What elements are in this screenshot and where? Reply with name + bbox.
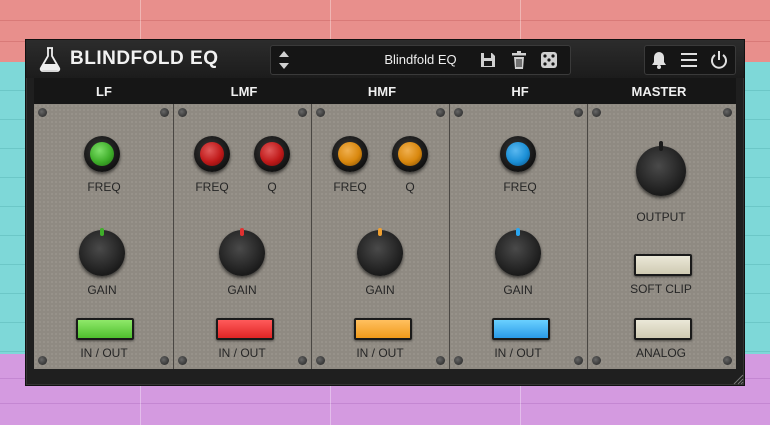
lf-in-out-switch[interactable] (76, 318, 134, 340)
plugin-window: BLINDFOLD EQ Blindfold EQ LF LMF HMF HF … (25, 39, 745, 386)
screw (178, 356, 187, 365)
resize-handle-icon[interactable] (730, 371, 744, 385)
knob-cap (338, 142, 362, 166)
lmf-panel: FREQ Q GAIN IN / OUT (174, 104, 312, 369)
flask-icon (39, 47, 61, 72)
screw (316, 108, 325, 117)
analog-switch[interactable] (634, 318, 692, 340)
hmf-freq-knob[interactable] (332, 136, 368, 172)
title-bar: BLINDFOLD EQ Blindfold EQ (26, 40, 744, 78)
power-icon[interactable] (708, 49, 730, 71)
hf-gain-knob[interactable] (495, 228, 541, 276)
knob-pointer (100, 228, 104, 236)
save-icon[interactable] (478, 50, 498, 70)
knob-pointer (659, 141, 663, 151)
hf-in-out-label: IN / OUT (494, 346, 542, 360)
screw (436, 356, 445, 365)
output-knob[interactable] (636, 141, 686, 196)
screw (38, 356, 47, 365)
screw (454, 108, 463, 117)
hmf-title: HMF (367, 84, 397, 99)
hf-gain-label: GAIN (503, 283, 533, 297)
plugin-title: BLINDFOLD EQ (70, 48, 219, 69)
soft-clip-label: SOFT CLIP (630, 282, 692, 296)
master-panel: OUTPUT SOFT CLIP ANALOG (588, 104, 736, 369)
lmf-title: LMF (230, 84, 258, 99)
hf-title: HF (511, 84, 529, 99)
hmf-q-label: Q (405, 180, 415, 194)
knob-pointer (516, 228, 520, 236)
screw (160, 108, 169, 117)
lmf-q-label: Q (267, 180, 277, 194)
knob-cap (260, 142, 284, 166)
master-title: MASTER (631, 84, 687, 99)
hmf-gain-label: GAIN (365, 283, 395, 297)
knob-cap (90, 142, 114, 166)
hmf-q-knob[interactable] (392, 136, 428, 172)
screw (160, 356, 169, 365)
utility-buttons (644, 45, 736, 75)
band-header: LF LMF HMF HF MASTER (34, 78, 736, 104)
lmf-q-knob[interactable] (254, 136, 290, 172)
screw (38, 108, 47, 117)
soft-clip-switch[interactable] (634, 254, 692, 276)
screw (592, 356, 601, 365)
lf-in-out-label: IN / OUT (80, 346, 128, 360)
hf-freq-label: FREQ (503, 180, 537, 194)
screw (592, 108, 601, 117)
screw (316, 356, 325, 365)
hmf-in-out-switch[interactable] (354, 318, 412, 340)
knob-pointer (240, 228, 244, 236)
analog-label: ANALOG (635, 346, 686, 360)
hmf-panel: FREQ Q GAIN IN / OUT (312, 104, 450, 369)
screw (723, 108, 732, 117)
dice-icon[interactable] (539, 50, 559, 70)
knob-cap (506, 142, 530, 166)
lmf-gain-knob[interactable] (219, 228, 265, 276)
knob-cap (398, 142, 422, 166)
menu-icon[interactable] (678, 49, 700, 71)
lf-panel: FREQ GAIN IN / OUT (34, 104, 174, 369)
screw (574, 108, 583, 117)
preset-browser[interactable]: Blindfold EQ (270, 45, 571, 75)
lmf-in-out-switch[interactable] (216, 318, 274, 340)
hf-panel: FREQ GAIN IN / OUT (450, 104, 588, 369)
hmf-in-out-label: IN / OUT (356, 346, 404, 360)
hf-in-out-switch[interactable] (492, 318, 550, 340)
lf-gain-knob[interactable] (79, 228, 125, 276)
lmf-freq-knob[interactable] (194, 136, 230, 172)
hf-freq-knob[interactable] (500, 136, 536, 172)
output-label: OUTPUT (636, 210, 686, 224)
knob-cap (200, 142, 224, 166)
screw (298, 108, 307, 117)
lmf-gain-label: GAIN (227, 283, 257, 297)
screw (723, 356, 732, 365)
screw (454, 356, 463, 365)
lf-gain-label: GAIN (87, 283, 117, 297)
bell-icon[interactable] (648, 49, 670, 71)
lf-title: LF (96, 84, 112, 99)
screw (298, 356, 307, 365)
lmf-in-out-label: IN / OUT (218, 346, 266, 360)
trash-icon[interactable] (509, 50, 529, 70)
lf-freq-label: FREQ (87, 180, 121, 194)
screw (574, 356, 583, 365)
lf-freq-knob[interactable] (84, 136, 120, 172)
knob-pointer (378, 228, 382, 236)
hmf-gain-knob[interactable] (357, 228, 403, 276)
screw (178, 108, 187, 117)
screw (436, 108, 445, 117)
